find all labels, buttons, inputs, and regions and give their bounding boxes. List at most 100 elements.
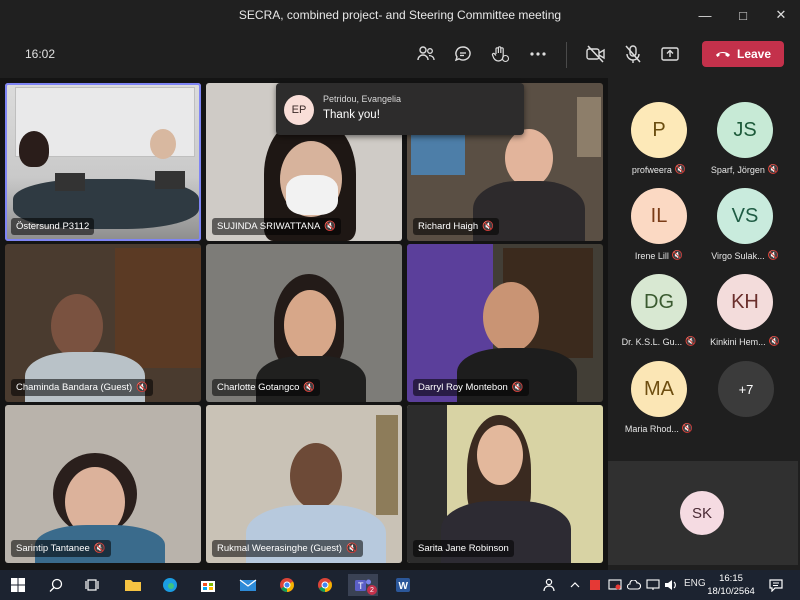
participant-name: Rukmal Weerasinghe (Guest): [217, 543, 342, 554]
volume-icon[interactable]: [662, 574, 680, 596]
store-icon[interactable]: [196, 574, 220, 596]
roster-item[interactable]: VS Virgo Sulak... 🔇: [702, 188, 788, 261]
notification-badge: 2: [367, 585, 377, 595]
avatar: IL: [631, 188, 687, 244]
participant-name: Irene Lill: [634, 250, 669, 261]
muted-icon: 🔇: [324, 221, 337, 232]
search-icon[interactable]: [44, 574, 68, 596]
windows-start-icon[interactable]: [6, 574, 30, 596]
maximize-icon[interactable]: □: [724, 0, 762, 30]
reactions-icon[interactable]: [489, 43, 511, 65]
participant-name: Dr. K.S.L. Gu...: [621, 336, 683, 347]
video-tile[interactable]: Rukmal Weerasinghe (Guest) 🔇: [206, 405, 402, 563]
muted-icon: 🔇: [345, 543, 358, 554]
participant-name: Sarintip Tantanee: [16, 543, 90, 554]
minimize-icon[interactable]: —: [686, 0, 724, 30]
muted-icon: 🔇: [767, 164, 780, 174]
task-view-icon[interactable]: [80, 574, 104, 596]
more-participants-button[interactable]: +7: [718, 361, 774, 417]
file-explorer-icon[interactable]: [121, 574, 145, 596]
participant-name: SUJINDA SRIWATTANA: [217, 221, 321, 232]
svg-text:W: W: [399, 581, 409, 592]
notification-center-icon[interactable]: [764, 574, 788, 596]
muted-icon: 🔇: [303, 382, 316, 393]
chat-icon[interactable]: [452, 43, 474, 65]
chevron-up-icon[interactable]: [568, 574, 582, 596]
network-icon[interactable]: [644, 574, 662, 596]
roster-item[interactable]: JS Sparf, Jörgen 🔇: [702, 102, 788, 175]
muted-icon: 🔇: [767, 250, 779, 260]
roster-item[interactable]: KH Kinkini Hem... 🔇: [702, 274, 788, 347]
muted-icon: 🔇: [681, 423, 694, 433]
system-clock[interactable]: 16:15 18/10/2564: [706, 572, 756, 598]
chat-sender: Petridou, Evangelia: [323, 94, 402, 104]
muted-icon: 🔇: [93, 543, 106, 554]
video-tile[interactable]: Sarita Jane Robinson: [407, 405, 603, 563]
avatar: MA: [631, 361, 687, 417]
edge-icon[interactable]: [158, 574, 182, 596]
leave-label: Leave: [736, 47, 772, 61]
roster-item[interactable]: MA Maria Rhod... 🔇: [616, 361, 702, 434]
camera-off-icon[interactable]: [585, 43, 607, 65]
meeting-toolbar: 16:02 Leave: [0, 30, 800, 78]
clock-time: 16:15: [719, 573, 743, 584]
mic-off-icon[interactable]: [622, 43, 644, 65]
participant-name: Maria Rhod...: [624, 423, 679, 434]
teams-icon[interactable]: T 2: [348, 574, 378, 596]
svg-text:T: T: [358, 581, 364, 591]
muted-icon: 🔇: [685, 336, 697, 346]
participant-name: Sparf, Jörgen: [710, 164, 765, 175]
video-tile[interactable]: Darryl Roy Montebon 🔇: [407, 244, 603, 402]
roster-item[interactable]: DG Dr. K.S.L. Gu... 🔇: [616, 274, 702, 347]
close-icon[interactable]: ✕: [762, 0, 800, 30]
avatar: EP: [284, 95, 314, 125]
video-tile[interactable]: Sarintip Tantanee 🔇: [5, 405, 201, 563]
video-tile[interactable]: Östersund P3112: [5, 83, 201, 241]
chat-notification[interactable]: EP Petridou, Evangelia Thank you!: [276, 83, 524, 135]
avatar: SK: [680, 491, 724, 535]
chrome-icon[interactable]: [275, 574, 299, 596]
muted-icon: 🔇: [136, 382, 149, 393]
phone-hangup-icon: [715, 52, 730, 57]
taskbar: T 2 W ENG 16:15 18/10/2564: [0, 570, 800, 600]
toolbar-divider: [566, 42, 567, 68]
cloud-icon[interactable]: [625, 574, 643, 596]
mail-icon[interactable]: [236, 574, 260, 596]
avatar: JS: [717, 102, 773, 158]
screen-capture-icon[interactable]: [606, 574, 624, 596]
participant-name: Virgo Sulak...: [711, 250, 765, 261]
avatar: P: [631, 102, 687, 158]
participant-name: Richard Haigh: [418, 221, 479, 232]
participant-name: Chaminda Bandara (Guest): [16, 382, 133, 393]
muted-icon: 🔇: [482, 221, 495, 232]
participant-roster: P profweera 🔇 JS Sparf, Jörgen 🔇 IL Irene …: [608, 78, 800, 461]
title-bar: SECRA, combined project- and Steering Co…: [0, 0, 800, 30]
video-tile[interactable]: Charlotte Gotangco 🔇: [206, 244, 402, 402]
avatar: KH: [717, 274, 773, 330]
word-icon[interactable]: W: [391, 574, 415, 596]
people-icon[interactable]: [538, 574, 562, 596]
clock-date: 18/10/2564: [707, 586, 755, 597]
meeting-timer: 16:02: [25, 47, 56, 61]
roster-item[interactable]: P profweera 🔇: [616, 102, 702, 175]
muted-icon: 🔇: [511, 382, 524, 393]
muted-icon: 🔇: [768, 336, 780, 346]
chrome-icon[interactable]: [313, 574, 337, 596]
share-screen-icon[interactable]: [659, 43, 681, 65]
window-title: SECRA, combined project- and Steering Co…: [238, 8, 562, 22]
muted-icon: 🔇: [674, 164, 687, 174]
participant-name: Sarita Jane Robinson: [418, 543, 509, 554]
video-tile[interactable]: Chaminda Bandara (Guest) 🔇: [5, 244, 201, 402]
people-icon[interactable]: [415, 43, 437, 65]
avatar: VS: [717, 188, 773, 244]
muted-icon: 🔇: [671, 250, 684, 260]
input-language[interactable]: ENG: [684, 578, 706, 589]
more-options-icon[interactable]: [527, 43, 549, 65]
roster-item[interactable]: IL Irene Lill 🔇: [616, 188, 702, 261]
participant-name: Kinkini Hem...: [710, 336, 766, 347]
leave-button[interactable]: Leave: [702, 41, 784, 67]
chat-message: Thank you!: [323, 109, 380, 121]
self-view[interactable]: SK: [608, 461, 798, 565]
participant-name: Östersund P3112: [16, 221, 90, 232]
anydesk-icon[interactable]: [586, 574, 604, 596]
